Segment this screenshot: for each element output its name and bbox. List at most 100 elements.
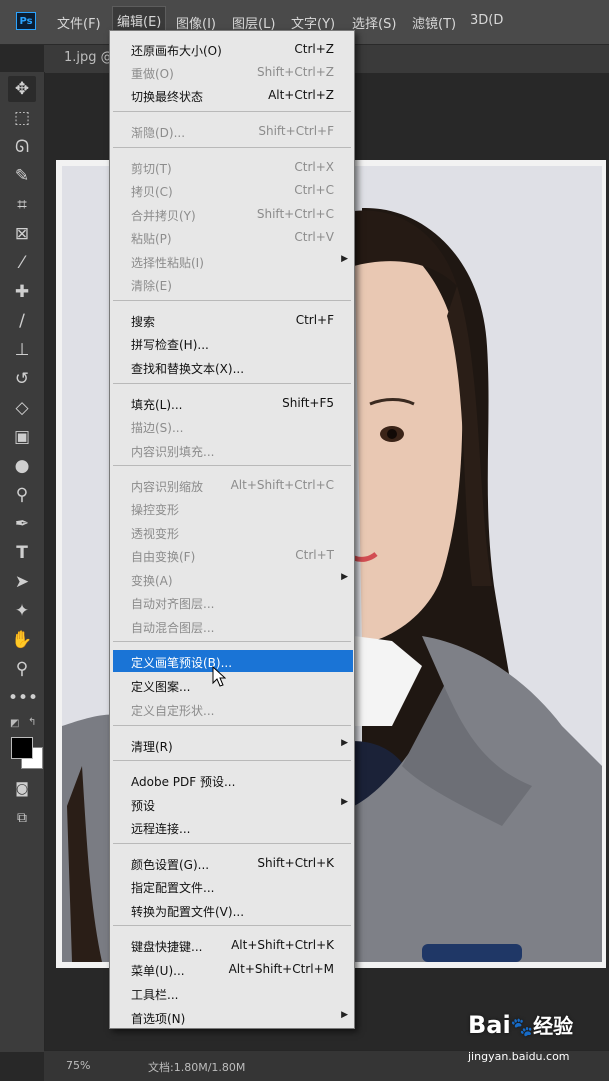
menu-item-label: 描边(S)... [131, 421, 184, 435]
menu-item-label: 内容识别填充... [131, 445, 215, 459]
edit-menu-item[interactable]: 颜色设置(G)... Shift+Ctrl+K [110, 852, 354, 874]
edit-menu-item[interactable]: 变换(A) ▶ [110, 568, 354, 590]
menu-file[interactable]: 文件(F) [57, 13, 101, 32]
edit-menu-item[interactable]: 指定配置文件... [110, 875, 354, 897]
edit-menu-item[interactable]: 工具栏... [110, 982, 354, 1004]
edit-menu-item[interactable]: 定义图案... [110, 674, 354, 696]
menu-item-label: 自由变换(F) [131, 550, 196, 564]
gradient-tool-icon[interactable]: ▣ [8, 424, 36, 450]
frame-tool-icon[interactable]: ⊠ [8, 221, 36, 247]
edit-menu-item[interactable]: 清理(R) ▶ [110, 734, 354, 756]
menu-item-label: 内容识别缩放 [131, 480, 204, 494]
document-tab[interactable]: 1.jpg @ [64, 50, 114, 65]
menu-item-shortcut: Shift+Ctrl+Z [257, 65, 334, 79]
eraser-tool-icon[interactable]: ◇ [8, 395, 36, 421]
edit-menu-item[interactable]: 内容识别缩放 Alt+Shift+Ctrl+C [110, 474, 354, 496]
edit-menu-item[interactable]: 选择性粘贴(I) ▶ [110, 250, 354, 272]
menu-item-label: 拼写检查(H)... [131, 338, 209, 352]
menu-separator [113, 111, 351, 112]
move-tool-icon[interactable]: ✥ [8, 76, 36, 102]
edit-menu-item[interactable]: 合并拷贝(Y) Shift+Ctrl+C [110, 203, 354, 225]
edit-menu-item[interactable]: 自动混合图层... [110, 615, 354, 637]
menu-item-label: 剪切(T) [131, 162, 172, 176]
blur-tool-icon[interactable]: ● [8, 453, 36, 479]
edit-menu-item[interactable]: 定义自定形状... [110, 698, 354, 720]
menu-item-shortcut: Shift+Ctrl+K [257, 856, 334, 870]
edit-menu-item[interactable]: 拷贝(C) Ctrl+C [110, 179, 354, 201]
menu-item-shortcut: Ctrl+C [294, 183, 334, 197]
menu-item-shortcut: Ctrl+Z [294, 42, 334, 56]
edit-menu-item[interactable]: 透视变形 [110, 521, 354, 543]
menu-item-label: 菜单(U)... [131, 964, 185, 978]
menu-filter[interactable]: 滤镜(T) [412, 13, 456, 32]
edit-menu-item[interactable]: Adobe PDF 预设... [110, 769, 354, 791]
menu-item-shortcut: Ctrl+F [295, 313, 334, 327]
edit-menu-item[interactable]: 键盘快捷键... Alt+Shift+Ctrl+K [110, 934, 354, 956]
menu-separator [113, 843, 351, 844]
edit-menu-item[interactable]: 填充(L)... Shift+F5 [110, 392, 354, 414]
menu-3d[interactable]: 3D(D [470, 13, 503, 28]
edit-menu-item[interactable]: 还原画布大小(O) Ctrl+Z [110, 38, 354, 60]
menu-item-label: 合并拷贝(Y) [131, 209, 196, 223]
edit-menu-item[interactable]: 查找和替换文本(X)... [110, 356, 354, 378]
history-brush-tool-icon[interactable]: ↺ [8, 366, 36, 392]
edit-menu-item[interactable]: 自动对齐图层... [110, 591, 354, 613]
edit-menu-item[interactable]: 拼写检查(H)... [110, 332, 354, 354]
edit-menu-item[interactable]: 预设 ▶ [110, 793, 354, 815]
crop-tool-icon[interactable]: ⌗ [8, 192, 36, 218]
menu-item-shortcut: Ctrl+T [295, 548, 334, 562]
hand-tool-icon[interactable]: ✋ [8, 627, 36, 653]
edit-menu-item[interactable]: 远程连接... [110, 816, 354, 838]
lasso-tool-icon[interactable]: ᘏ [8, 134, 36, 160]
edit-menu-item[interactable]: 渐隐(D)... Shift+Ctrl+F [110, 120, 354, 142]
menu-item-label: 渐隐(D)... [131, 126, 186, 140]
edit-menu-item[interactable]: 定义画笔预设(B)... [113, 650, 353, 672]
menu-item-shortcut: Ctrl+V [294, 230, 334, 244]
edit-menu-item[interactable]: 自由变换(F) Ctrl+T [110, 544, 354, 566]
type-tool-icon[interactable]: T [8, 540, 36, 566]
edit-menu-item[interactable]: 内容识别填充... [110, 439, 354, 461]
path-selection-tool-icon[interactable]: ➤ [8, 569, 36, 595]
menu-select[interactable]: 选择(S) [352, 13, 396, 32]
edit-menu-item[interactable]: 搜索 Ctrl+F [110, 309, 354, 331]
menu-item-label: 工具栏... [131, 988, 179, 1002]
brush-tool-icon[interactable]: ∕ [8, 308, 36, 334]
screen-mode-icon[interactable]: ⧉ [8, 805, 36, 831]
marquee-tool-icon[interactable]: ⬚ [8, 105, 36, 131]
edit-menu-item[interactable]: 剪切(T) Ctrl+X [110, 156, 354, 178]
submenu-arrow-icon: ▶ [341, 1010, 348, 1020]
edit-menu-item[interactable]: 首选项(N) ▶ [110, 1006, 354, 1028]
menu-item-label: 粘贴(P) [131, 232, 172, 246]
edit-menu-item[interactable]: 清除(E) [110, 273, 354, 295]
edit-menu-item[interactable]: 描边(S)... [110, 415, 354, 437]
healing-brush-tool-icon[interactable]: ✚ [8, 279, 36, 305]
zoom-level[interactable]: 75% [66, 1059, 90, 1072]
edit-menu-item[interactable]: 重做(O) Shift+Ctrl+Z [110, 61, 354, 83]
dodge-tool-icon[interactable]: ⚲ [8, 482, 36, 508]
edit-menu-item[interactable]: 操控变形 [110, 497, 354, 519]
menu-item-shortcut: Shift+Ctrl+C [256, 207, 334, 221]
edit-menu-item[interactable]: 粘贴(P) Ctrl+V [110, 226, 354, 248]
default-colors-icon[interactable]: ◩ [10, 718, 19, 729]
edit-menu-item[interactable]: 菜单(U)... Alt+Shift+Ctrl+M [110, 958, 354, 980]
menu-separator [113, 300, 351, 301]
more-tools-icon[interactable]: ••• [8, 685, 38, 711]
edit-menu-item[interactable]: 转换为配置文件(V)... [110, 899, 354, 921]
menu-item-label: 变换(A) [131, 574, 173, 588]
edit-menu-item[interactable]: 切换最终状态 Alt+Ctrl+Z [110, 84, 354, 106]
clone-stamp-tool-icon[interactable]: ⊥ [8, 337, 36, 363]
quick-selection-tool-icon[interactable]: ✎ [8, 163, 36, 189]
foreground-color-swatch[interactable] [11, 737, 33, 759]
eyedropper-tool-icon[interactable]: ⁄ [8, 250, 36, 276]
menu-item-label: 选择性粘贴(I) [131, 256, 204, 270]
pen-tool-icon[interactable]: ✒ [8, 511, 36, 537]
menu-item-label: 颜色设置(G)... [131, 858, 210, 872]
zoom-tool-icon[interactable]: ⚲ [8, 656, 36, 682]
menu-separator [113, 725, 351, 726]
menu-item-label: 指定配置文件... [131, 881, 215, 895]
tools-panel: ✥ ⬚ ᘏ ✎ ⌗ ⊠ ⁄ ✚ ∕ ⊥ ↺ ◇ ▣ ● ⚲ ✒ T ➤ ✦ ✋ … [0, 72, 45, 1052]
swap-colors-icon[interactable]: ↰ [28, 717, 36, 728]
quick-mask-icon[interactable]: ◙ [8, 776, 36, 802]
menu-item-label: 拷贝(C) [131, 185, 173, 199]
custom-shape-tool-icon[interactable]: ✦ [8, 598, 36, 624]
